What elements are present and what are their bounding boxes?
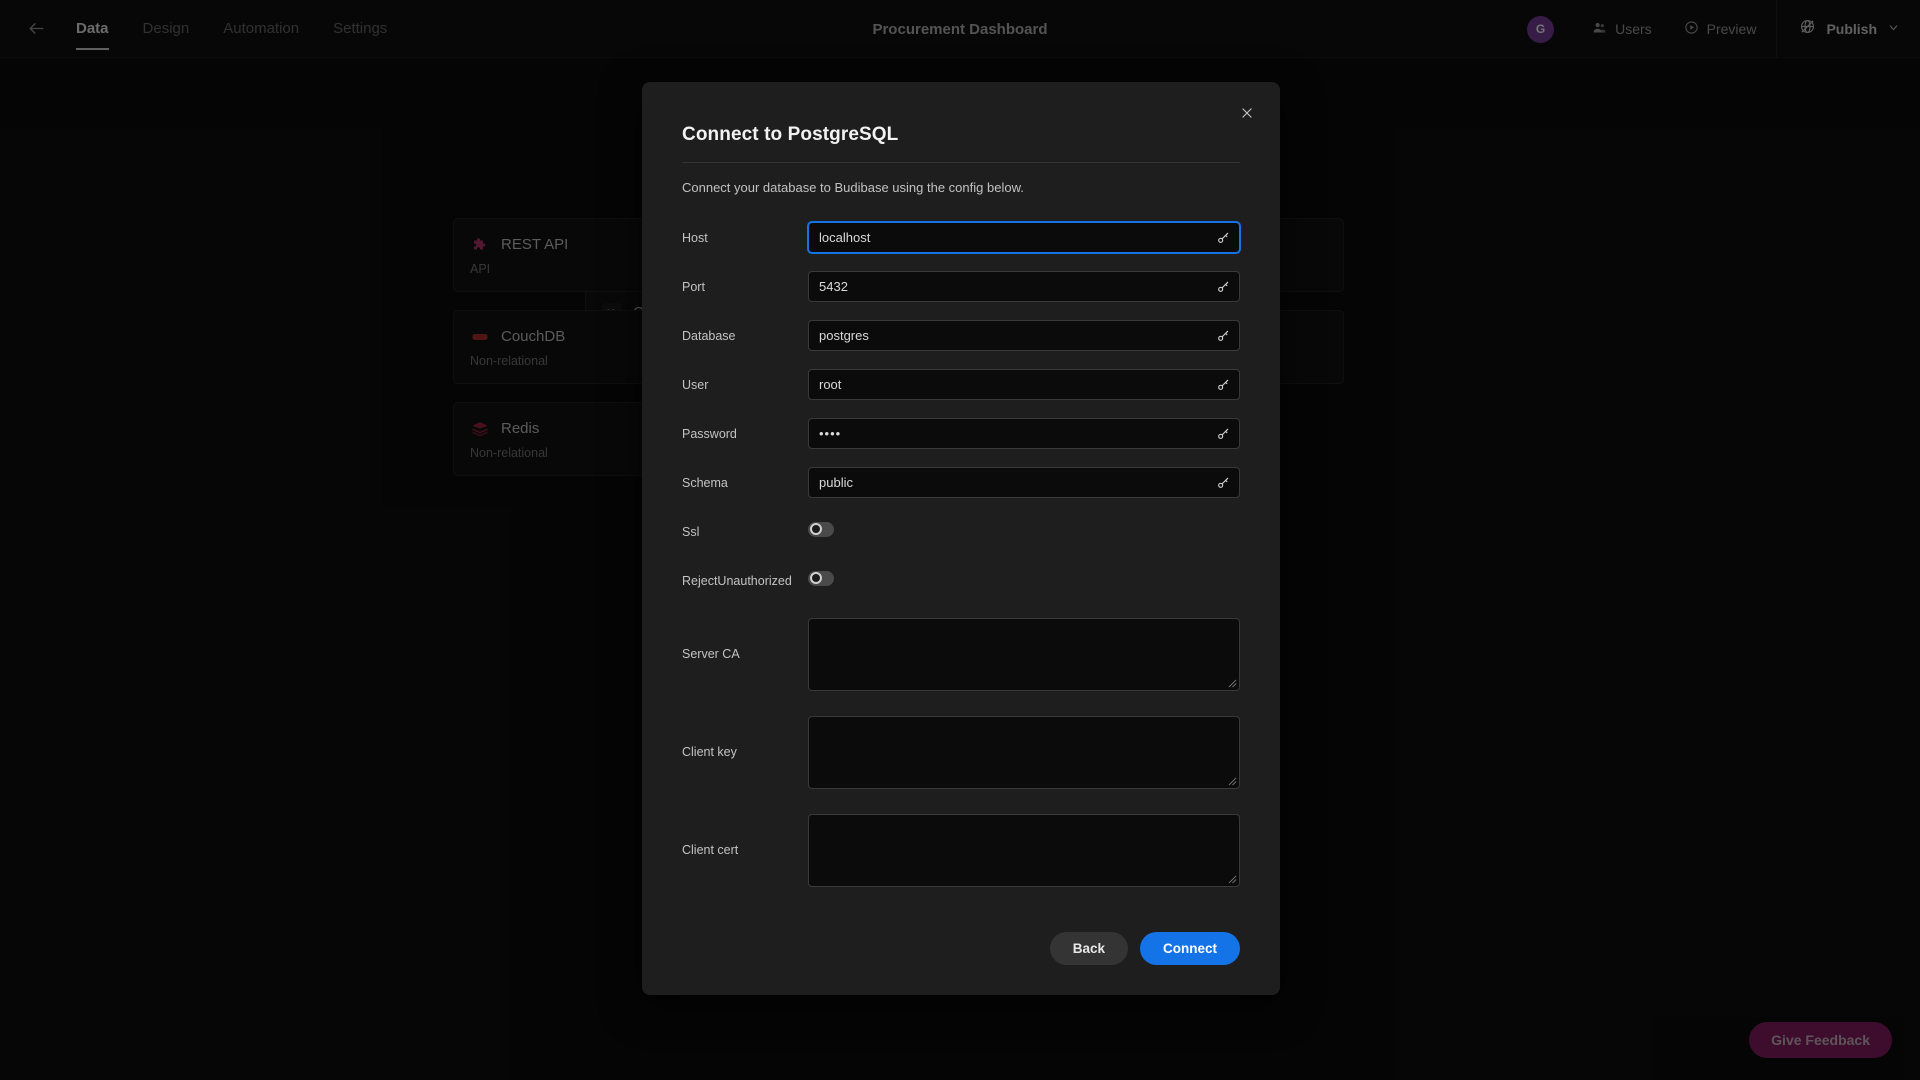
field-label-client-cert: Client cert [682, 843, 739, 857]
field-row-ssl: Ssl [682, 507, 1240, 556]
connect-button[interactable]: Connect [1140, 932, 1240, 965]
field-row-database: Database [682, 311, 1240, 360]
field-label-reject-unauthorized: RejectUnauthorized [682, 573, 792, 588]
modal-action-bar: Back Connect [1049, 932, 1240, 965]
password-binding-key-icon[interactable] [1213, 424, 1233, 444]
password-input[interactable] [808, 418, 1240, 449]
reject-unauthorized-toggle[interactable] [808, 570, 834, 586]
field-row-schema: Schema [682, 458, 1240, 507]
user-binding-key-icon[interactable] [1213, 375, 1233, 395]
reject-unauthorized-toggle-knob [809, 572, 822, 584]
connect-postgresql-modal: Connect to PostgreSQL Connect your datab… [642, 82, 1280, 995]
field-row-reject-unauthorized: RejectUnauthorized [682, 556, 1240, 605]
field-row-password: Password [682, 409, 1240, 458]
modal-description: Connect your database to Budibase using … [682, 180, 1024, 195]
field-row-client-key: Client key [682, 703, 1240, 801]
field-row-client-cert: Client cert [682, 801, 1240, 899]
schema-input[interactable] [808, 467, 1240, 498]
client-key-textarea[interactable] [808, 715, 1240, 789]
schema-binding-key-icon[interactable] [1213, 473, 1233, 493]
host-input[interactable] [808, 222, 1240, 253]
database-input[interactable] [808, 320, 1240, 351]
field-label-password: Password [682, 426, 737, 441]
field-row-server-ca: Server CA [682, 605, 1240, 703]
ssl-toggle[interactable] [808, 521, 834, 537]
field-label-host: Host [682, 230, 708, 245]
field-label-server-ca: Server CA [682, 647, 740, 661]
port-input[interactable] [808, 271, 1240, 302]
close-icon[interactable] [1234, 100, 1260, 126]
back-button[interactable]: Back [1049, 932, 1128, 965]
user-input[interactable] [808, 369, 1240, 400]
connection-config-form: Host Port Da [682, 213, 1240, 899]
host-binding-key-icon[interactable] [1213, 228, 1233, 248]
field-row-host: Host [682, 213, 1240, 262]
field-label-ssl: Ssl [682, 524, 700, 539]
database-binding-key-icon[interactable] [1213, 326, 1233, 346]
ssl-toggle-knob [809, 523, 822, 535]
port-binding-key-icon[interactable] [1213, 277, 1233, 297]
field-label-database: Database [682, 328, 736, 343]
field-label-port: Port [682, 279, 705, 294]
field-label-client-key: Client key [682, 745, 737, 759]
budibase-app-window: Data Design Automation Settings Procurem… [0, 0, 1920, 1080]
field-label-user: User [682, 377, 709, 392]
field-row-user: User [682, 360, 1240, 409]
modal-title: Connect to PostgreSQL [682, 124, 899, 145]
field-label-schema: Schema [682, 475, 728, 490]
client-cert-textarea[interactable] [808, 813, 1240, 887]
field-row-port: Port [682, 262, 1240, 311]
server-ca-textarea[interactable] [808, 617, 1240, 691]
modal-divider [682, 162, 1240, 163]
